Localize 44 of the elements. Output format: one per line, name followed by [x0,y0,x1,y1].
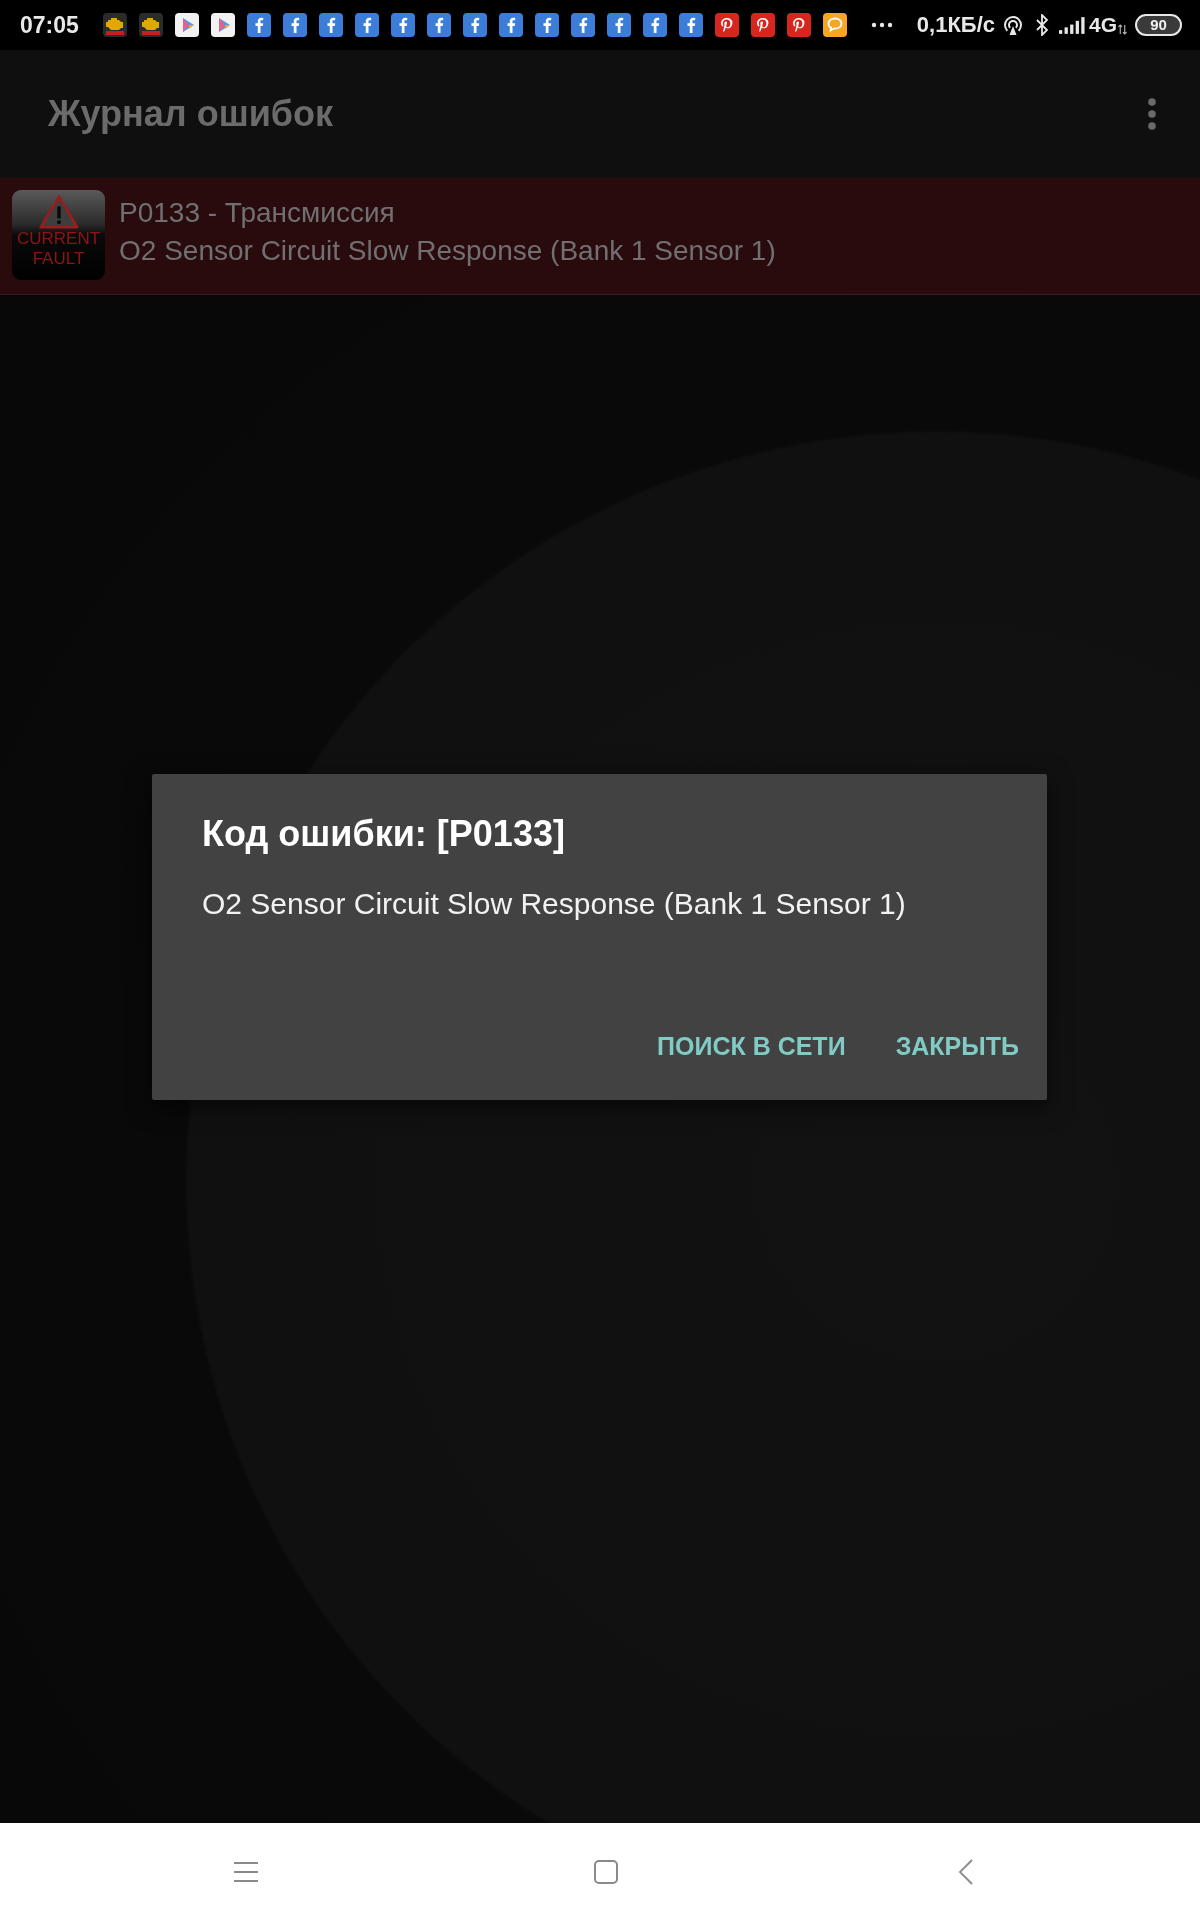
letter-p-icon [750,13,775,37]
menu-icon [234,1861,258,1882]
signal-icon [1059,16,1085,34]
dialog-action-button[interactable]: ПОИСК В СЕТИ [641,1019,862,1073]
letter-f-icon [390,13,415,37]
play-icon [210,13,235,37]
letter-p-icon [714,13,739,37]
battery-percent: 90 [1150,17,1167,33]
letter-p-icon [786,13,811,37]
fault-code-title: P0133 - Трансмиссия [119,196,396,230]
more-icon [1148,98,1156,130]
network-type: 4G [1089,13,1117,37]
letter-f-icon [498,13,523,37]
letter-f-icon [642,13,667,37]
status-time: 07:05 [20,11,79,39]
engine-icon [102,13,127,37]
fault-row[interactable]: CURRENT FAULT P0133 - Трансмиссия O2 Sensor Circuit Slow Response (Bank 1 Sensor 1) [0,178,1200,295]
letter-f-icon [462,13,487,37]
letter-f-icon [534,13,559,37]
hotspot-icon [1001,13,1025,37]
bluetooth-icon [1035,14,1049,36]
network-speed: 0,1КБ/с [916,12,995,38]
more-notifications-icon [870,22,893,28]
letter-f-icon [354,13,379,37]
fault-status-label: CURRENT FAULT [15,229,102,269]
chat-bubble-icon [822,13,847,37]
engine-icon [138,13,163,37]
dialog-action-button[interactable]: ЗАКРЫТЬ [879,1019,1035,1073]
play-icon [174,13,199,37]
letter-f-icon [570,13,595,37]
letter-f-icon [426,13,451,37]
data-arrows-icon [1118,23,1127,35]
back-icon [959,1858,973,1885]
app-title: Журнал ошибок [48,93,334,135]
dialog-title: Код ошибки: [P0133] [202,812,565,856]
warning-icon [38,194,79,229]
letter-f-icon [282,13,307,37]
letter-f-icon [606,13,631,37]
letter-f-icon [246,13,271,37]
square-icon [594,1859,618,1884]
letter-f-icon [678,13,703,37]
dialog-message: O2 Sensor Circuit Slow Response (Bank 1 Sensor 1) [202,886,906,922]
letter-f-icon [318,13,343,37]
fault-description: O2 Sensor Circuit Slow Response (Bank 1 Sensor 1) [119,234,776,268]
